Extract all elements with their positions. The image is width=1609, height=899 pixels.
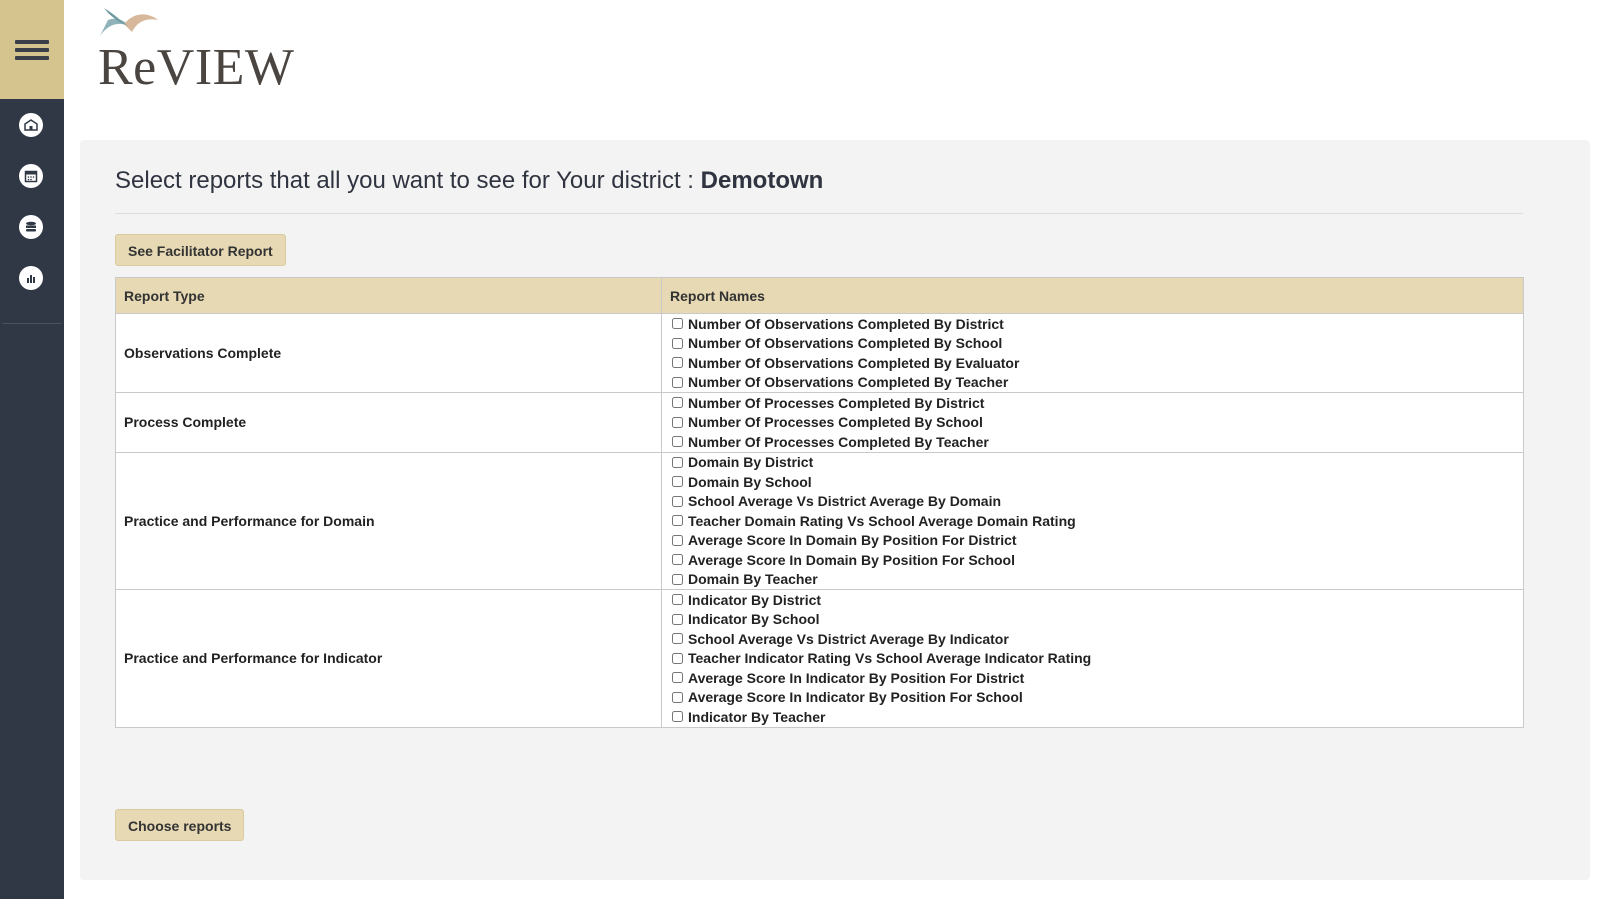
- app-logo: ReVIEW: [96, 6, 296, 96]
- report-checkbox[interactable]: [672, 672, 683, 684]
- report-selection-panel: Select reports that all you want to see …: [80, 140, 1590, 880]
- report-option-label: Average Score In Domain By Position For …: [688, 551, 1015, 568]
- report-checkbox[interactable]: [672, 495, 683, 507]
- report-option[interactable]: School Average Vs District Average By Do…: [670, 492, 1515, 512]
- report-option-label: Domain By School: [688, 473, 812, 490]
- column-header-report-names: Report Names: [661, 277, 1524, 314]
- report-checkbox[interactable]: [672, 376, 683, 388]
- report-names-cell: Domain By District Domain By School School…: [661, 451, 1524, 590]
- report-checkbox[interactable]: [672, 652, 683, 664]
- report-option[interactable]: Teacher Domain Rating Vs School Average …: [670, 511, 1515, 531]
- bar-chart-icon[interactable]: [19, 266, 43, 290]
- choose-reports-button[interactable]: Choose reports: [115, 809, 245, 841]
- report-option-label: Number Of Processes Completed By Distric…: [688, 394, 985, 411]
- report-option[interactable]: School Average Vs District Average By In…: [670, 629, 1515, 649]
- report-names-cell: Number Of Processes Completed By Distric…: [661, 392, 1524, 453]
- report-checkbox[interactable]: [672, 534, 683, 546]
- district-name: Demotown: [700, 167, 824, 194]
- report-option-label: Domain By Teacher: [688, 571, 818, 588]
- report-checkbox[interactable]: [672, 573, 683, 585]
- title-divider: [115, 213, 1523, 214]
- table-row: Process Complete Number Of Processes Comp…: [115, 392, 1524, 453]
- report-option[interactable]: Number Of Observations Completed By Dist…: [670, 314, 1515, 334]
- report-option-label: Indicator By District: [688, 591, 822, 608]
- report-option[interactable]: Indicator By School: [670, 610, 1515, 630]
- report-option[interactable]: Domain By Teacher: [670, 570, 1515, 590]
- report-option-label: School Average Vs District Average By Do…: [688, 493, 1002, 510]
- table-row: Practice and Performance for Indicator In…: [115, 589, 1524, 728]
- report-type-cell: Practice and Performance for Indicator: [115, 589, 662, 728]
- report-checkbox[interactable]: [672, 416, 683, 428]
- report-option-label: Teacher Domain Rating Vs School Average …: [688, 512, 1076, 529]
- report-checkbox[interactable]: [672, 613, 683, 625]
- report-option[interactable]: Domain By District: [670, 453, 1515, 473]
- report-option[interactable]: Number Of Observations Completed By Teac…: [670, 373, 1515, 393]
- calendar-icon[interactable]: [19, 164, 43, 188]
- report-option[interactable]: Indicator By Teacher: [670, 707, 1515, 727]
- report-option-label: Average Score In Indicator By Position F…: [688, 669, 1025, 686]
- report-option[interactable]: Number Of Observations Completed By Eval…: [670, 353, 1515, 373]
- report-type-cell: Practice and Performance for Domain: [115, 451, 662, 590]
- school-icon[interactable]: [19, 113, 43, 137]
- report-option-label: Number Of Processes Completed By Teacher: [688, 433, 989, 450]
- table-row: Practice and Performance for Domain Domai…: [115, 451, 1524, 590]
- report-type-cell: Observations Complete: [115, 313, 662, 393]
- report-option-label: Average Score In Domain By Position For …: [688, 532, 1017, 549]
- title-prefix: Select reports that all you want to see …: [115, 167, 701, 194]
- report-checkbox[interactable]: [672, 633, 683, 645]
- report-option[interactable]: Indicator By District: [670, 590, 1515, 610]
- report-checkbox[interactable]: [672, 436, 683, 448]
- report-checkbox[interactable]: [672, 594, 683, 606]
- sidebar-nav: [2, 99, 62, 324]
- report-option-label: Indicator By School: [688, 611, 820, 628]
- page-title: Select reports that all you want to see …: [115, 167, 823, 195]
- report-option-label: Number Of Observations Completed By Scho…: [688, 335, 1003, 352]
- report-option[interactable]: Average Score In Domain By Position For …: [670, 531, 1515, 551]
- report-checkbox[interactable]: [672, 711, 683, 723]
- report-option[interactable]: Teacher Indicator Rating Vs School Avera…: [670, 649, 1515, 669]
- sidebar: [0, 0, 64, 899]
- reports-table: Report Type Report Names Observations Co…: [115, 277, 1524, 728]
- report-option[interactable]: Number Of Observations Completed By Scho…: [670, 334, 1515, 354]
- menu-toggle-button[interactable]: [0, 0, 64, 99]
- report-option-label: Teacher Indicator Rating Vs School Avera…: [688, 650, 1092, 667]
- report-option[interactable]: Number Of Processes Completed By School: [670, 413, 1515, 433]
- report-checkbox[interactable]: [672, 456, 683, 468]
- report-checkbox[interactable]: [672, 554, 683, 566]
- report-option[interactable]: Domain By School: [670, 472, 1515, 492]
- report-option-label: School Average Vs District Average By In…: [688, 630, 1009, 647]
- report-option-label: Domain By District: [688, 454, 814, 471]
- table-row: Observations Complete Number Of Observati…: [115, 313, 1524, 393]
- logo-bird-icon: [100, 8, 158, 36]
- report-names-cell: Indicator By District Indicator By School…: [661, 589, 1524, 728]
- report-checkbox[interactable]: [672, 515, 683, 527]
- report-option-label: Number Of Observations Completed By Eval…: [688, 354, 1020, 371]
- report-checkbox[interactable]: [672, 318, 683, 330]
- report-names-cell: Number Of Observations Completed By Dist…: [661, 313, 1524, 393]
- hamburger-icon: [15, 36, 49, 64]
- report-checkbox[interactable]: [672, 337, 683, 349]
- report-option[interactable]: Average Score In Indicator By Position F…: [670, 668, 1515, 688]
- report-checkbox[interactable]: [672, 397, 683, 409]
- column-header-report-type: Report Type: [115, 277, 662, 314]
- see-facilitator-report-button[interactable]: See Facilitator Report: [115, 234, 286, 266]
- report-type-cell: Process Complete: [115, 392, 662, 453]
- report-checkbox[interactable]: [672, 691, 683, 703]
- report-option-label: Number Of Processes Completed By School: [688, 414, 983, 431]
- report-option[interactable]: Average Score In Domain By Position For …: [670, 550, 1515, 570]
- report-option-label: Average Score In Indicator By Position F…: [688, 689, 1023, 706]
- table-header-row: Report Type Report Names: [115, 277, 1524, 314]
- report-option[interactable]: Number Of Processes Completed By Distric…: [670, 393, 1515, 413]
- report-option-label: Number Of Observations Completed By Dist…: [688, 315, 1004, 332]
- logo-text: ReVIEW: [98, 39, 295, 96]
- report-option[interactable]: Number Of Processes Completed By Teacher: [670, 432, 1515, 452]
- database-icon[interactable]: [19, 215, 43, 239]
- report-option-label: Number Of Observations Completed By Teac…: [688, 374, 1009, 391]
- report-option-label: Indicator By Teacher: [688, 708, 826, 725]
- report-checkbox[interactable]: [672, 357, 683, 369]
- report-checkbox[interactable]: [672, 476, 683, 488]
- report-option[interactable]: Average Score In Indicator By Position F…: [670, 688, 1515, 708]
